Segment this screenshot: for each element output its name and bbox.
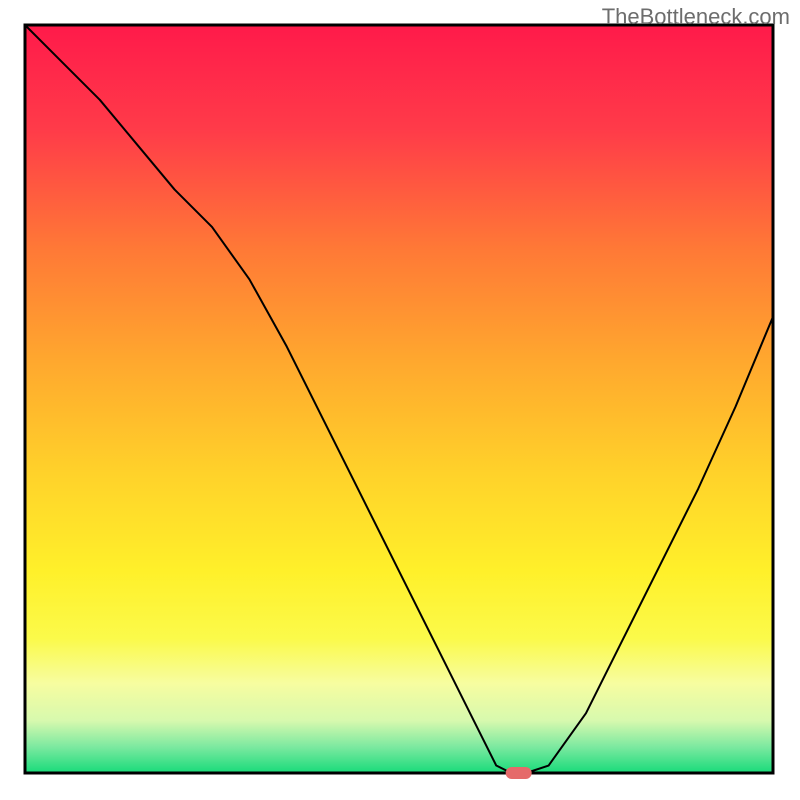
chart-background [25,25,773,773]
watermark-text: TheBottleneck.com [602,4,790,30]
bottleneck-chart: TheBottleneck.com [0,0,800,800]
optimal-marker [506,767,532,779]
chart-svg [0,0,800,800]
